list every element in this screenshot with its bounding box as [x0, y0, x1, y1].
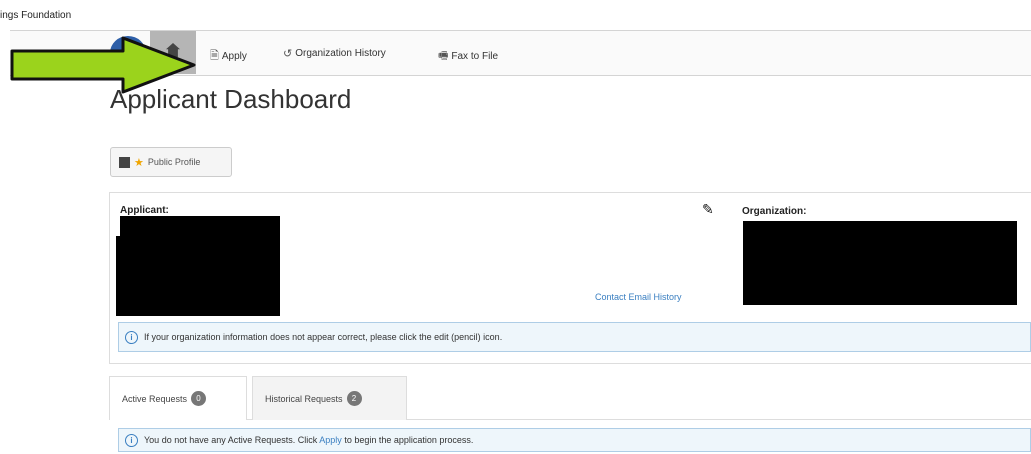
organization-name: ings Foundation [0, 10, 72, 21]
active-requests-message-pre: You do not have any Active Requests. Cli… [144, 435, 318, 445]
document-icon: 🗎 [210, 50, 219, 62]
page-title: Applicant Dashboard [110, 84, 352, 114]
info-icon: i [125, 330, 138, 344]
redacted-applicant-name [120, 216, 280, 236]
edit-pencil-icon[interactable]: ✎ [702, 201, 714, 218]
tab-historical-requests[interactable]: Historical Requests 2 [252, 376, 407, 420]
tab-active-requests-label: Active Requests [122, 393, 188, 404]
nav-apply-label: Apply [221, 51, 247, 62]
applicant-label: Applicant: [120, 205, 169, 216]
nav-apply[interactable]: 🗎 Apply [210, 47, 247, 66]
active-requests-message-post: to begin the application process. [344, 435, 474, 445]
organization-label: Organization: [742, 206, 807, 217]
info-icon: i [125, 433, 138, 447]
contact-email-history-link[interactable]: Contact Email History [595, 292, 682, 302]
tab-active-requests[interactable]: Active Requests 0 [109, 376, 247, 420]
active-requests-count-badge: 0 [191, 391, 207, 406]
history-icon: ↺ [283, 48, 293, 60]
tab-historical-requests-label: Historical Requests [265, 393, 343, 404]
fax-icon: 🖷 [438, 50, 449, 62]
org-info-alert: i If your organization information does … [118, 322, 1031, 352]
public-profile-label: Public Profile [147, 157, 201, 167]
redacted-organization-details [743, 221, 1017, 305]
active-requests-message: You do not have any Active Requests. Cli… [144, 435, 473, 445]
id-card-icon [119, 156, 130, 168]
apply-link[interactable]: Apply [319, 435, 342, 445]
tabs-divider [109, 419, 1031, 420]
nav-org-history-label: Organization History [295, 48, 386, 59]
org-info-text: If your organization information does no… [144, 332, 503, 342]
nav-organization-history[interactable]: ↺ Organization History [283, 47, 386, 60]
nav-fax-label: Fax to File [451, 51, 499, 62]
redacted-applicant-details [116, 236, 280, 316]
nav-fax-to-file[interactable]: 🖷 Fax to File [438, 47, 498, 66]
public-profile-button[interactable]: ★ Public Profile [110, 147, 232, 177]
star-icon: ★ [134, 156, 144, 169]
active-requests-alert: i You do not have any Active Requests. C… [118, 428, 1031, 452]
historical-requests-count-badge: 2 [346, 391, 362, 406]
